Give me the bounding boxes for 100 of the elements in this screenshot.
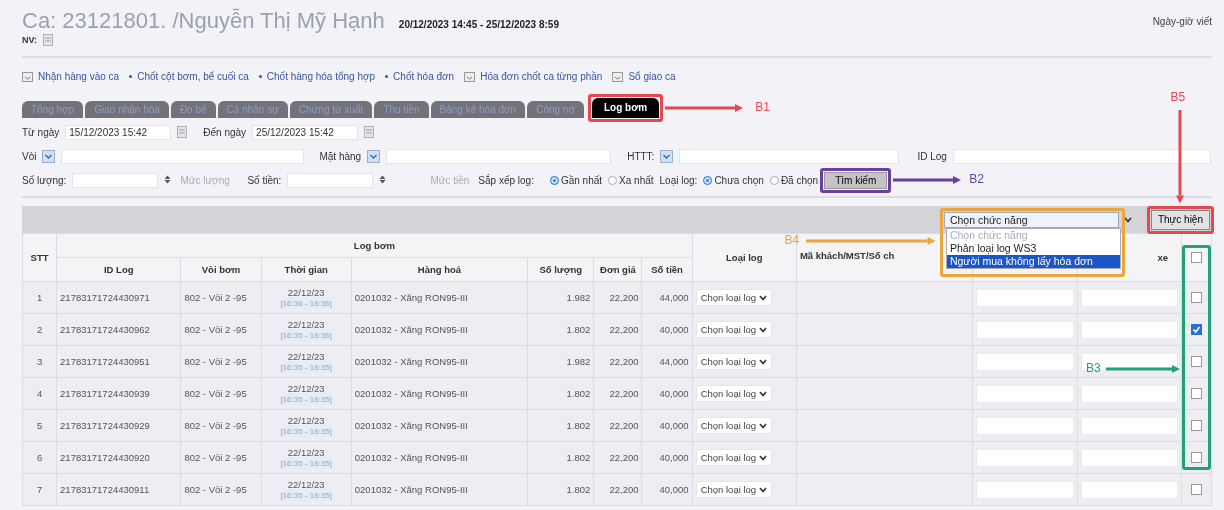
calendar-icon[interactable] [364, 126, 375, 138]
row-checkbox[interactable] [1190, 452, 1202, 464]
row-number: 5 [22, 409, 57, 442]
radio-button[interactable] [769, 175, 779, 185]
table-cell: 0201032 - Xăng RON95-III [351, 473, 528, 506]
to-date-field[interactable]: 25/12/2023 15:42 [252, 124, 359, 140]
step-label: B4 [784, 232, 800, 247]
row-checkbox[interactable] [1190, 356, 1202, 368]
table-cell: 1.802 [527, 409, 594, 442]
quantity-level-field[interactable]: Mức lượng [177, 172, 242, 188]
table-cell: 1.982 [527, 345, 594, 378]
shift-title: Ca: 23121801. /Nguyễn Thị Mỹ Hạnh [22, 8, 385, 34]
table-cell: 21783171724430951 [56, 345, 181, 378]
datetime-label: Ngày-giờ viết [1152, 15, 1212, 27]
nozzle-label: Vòi [22, 150, 37, 162]
table-cell: 21783171724430939 [56, 377, 181, 410]
date-text: 22/12/23 [287, 478, 325, 490]
document-icon [612, 71, 624, 82]
time-range: [16:36 - 16:36] [280, 297, 332, 309]
dropdown-icon[interactable] [42, 149, 56, 163]
from-date-field[interactable]: 15/12/2023 15:42 [65, 124, 172, 140]
quantity-field[interactable] [72, 172, 159, 188]
table-cell: 0201032 - Xăng RON95-III [351, 409, 528, 442]
run-button[interactable]: Thực hiện [1150, 209, 1210, 230]
table-cell: 22,200 [593, 409, 642, 442]
log-type-select[interactable]: Chọn loại log [695, 289, 773, 306]
dropdown-icon[interactable] [660, 149, 674, 163]
table-cell: 0201032 - Xăng RON95-III [351, 345, 528, 378]
dropdown-option[interactable]: Người mua không lấy hóa đơn [946, 254, 1120, 268]
row-number: 4 [22, 377, 57, 410]
table-cell: 802 - Vòi 2 -95 [180, 313, 262, 346]
select-all-checkbox[interactable] [1190, 252, 1202, 264]
row-number: 7 [22, 473, 57, 506]
log-type-select[interactable]: Chọn loại log [695, 321, 773, 338]
time-range: [16:35 - 16:35] [280, 489, 332, 501]
table-cell: 802 - Vòi 2 -95 [180, 345, 262, 378]
radio-option[interactable]: Xa nhất [608, 174, 654, 186]
radio-option[interactable]: Gần nhất [549, 174, 603, 186]
bullet-icon [258, 75, 262, 78]
toolbar-link[interactable]: Chốt hóa đơn [385, 71, 455, 82]
radio-option[interactable]: Chưa chọn [703, 174, 764, 186]
dropdown-icon[interactable] [367, 149, 381, 163]
radio-option[interactable]: Đã chọn [769, 174, 819, 186]
calendar-icon[interactable] [177, 126, 188, 138]
id-log-field[interactable] [952, 148, 1211, 164]
chevron-icon [759, 422, 768, 429]
chevron-icon [759, 294, 768, 301]
staff-picker-icon[interactable] [43, 34, 53, 46]
radio-button[interactable] [549, 175, 559, 185]
sort-label: Sắp xếp log: [478, 174, 534, 186]
nozzle-field[interactable] [61, 148, 305, 164]
row-checkbox[interactable] [1190, 484, 1202, 496]
payment-field[interactable] [679, 148, 900, 164]
log-type-select[interactable]: Chọn loại log [695, 353, 773, 370]
from-date-label: Từ ngày [22, 126, 60, 138]
date-text: 22/12/23 [287, 382, 325, 394]
spinner-icon[interactable] [164, 174, 172, 186]
table-cell: 1.802 [527, 377, 594, 410]
row-number: 3 [22, 345, 57, 378]
log-type-select[interactable]: Chọn loại log [695, 417, 773, 434]
group-header: Log bơm [56, 233, 693, 258]
table-cell: 21783171724430971 [56, 281, 181, 314]
toolbar-link[interactable]: Chốt hàng hóa tổng hợp [258, 71, 376, 82]
table-cell: 802 - Vòi 2 -95 [180, 281, 262, 314]
search-button[interactable]: Tìm kiếm [824, 171, 888, 189]
tab[interactable]: Log bơm [591, 98, 660, 118]
time-range: [16:35 - 16:35] [280, 457, 332, 469]
toolbar-link[interactable]: Nhận hàng vào ca [22, 71, 120, 82]
amount-field[interactable] [287, 172, 374, 188]
row-number: 6 [22, 441, 57, 474]
date-text: 22/12/23 [287, 318, 325, 330]
table-cell: 1.982 [527, 281, 594, 314]
step-label: B3 [1085, 360, 1101, 375]
quantity-label: Số lượng: [22, 174, 67, 186]
step-label: B5 [1170, 90, 1186, 104]
table-cell: 40,000 [642, 377, 693, 410]
radio-button[interactable] [703, 175, 713, 185]
toolbar-link[interactable]: Chốt cột bơm, bể cuối ca [129, 71, 249, 82]
row-checkbox[interactable] [1190, 388, 1202, 400]
product-field[interactable] [386, 148, 612, 164]
row-checkbox[interactable] [1190, 420, 1202, 432]
spinner-icon[interactable] [379, 174, 387, 186]
radio-button[interactable] [608, 175, 618, 185]
amount-level-field[interactable]: Mức tiền [412, 172, 473, 188]
log-type-select[interactable]: Chọn loại log [695, 449, 773, 466]
input-field[interactable] [1080, 352, 1178, 371]
toolbar-link[interactable]: Hóa đơn chốt ca từng phần [464, 71, 603, 82]
column-header: ID Log [56, 257, 181, 282]
table-cell: 1.802 [527, 441, 594, 474]
toolbar-link[interactable]: Sổ giao ca [612, 71, 676, 82]
chevron-icon [759, 390, 768, 397]
row-checkbox[interactable] [1190, 292, 1202, 304]
step-label: B2 [969, 172, 984, 186]
log-type-select[interactable]: Chọn loại log [695, 385, 773, 402]
column-header: Thời gian [261, 257, 352, 282]
row-checkbox[interactable] [1190, 324, 1202, 336]
chevron-icon [759, 326, 768, 333]
table-cell: 0201032 - Xăng RON95-III [351, 313, 528, 346]
row-number: 1 [22, 281, 57, 314]
log-type-select[interactable]: Chọn loại log [695, 481, 773, 498]
